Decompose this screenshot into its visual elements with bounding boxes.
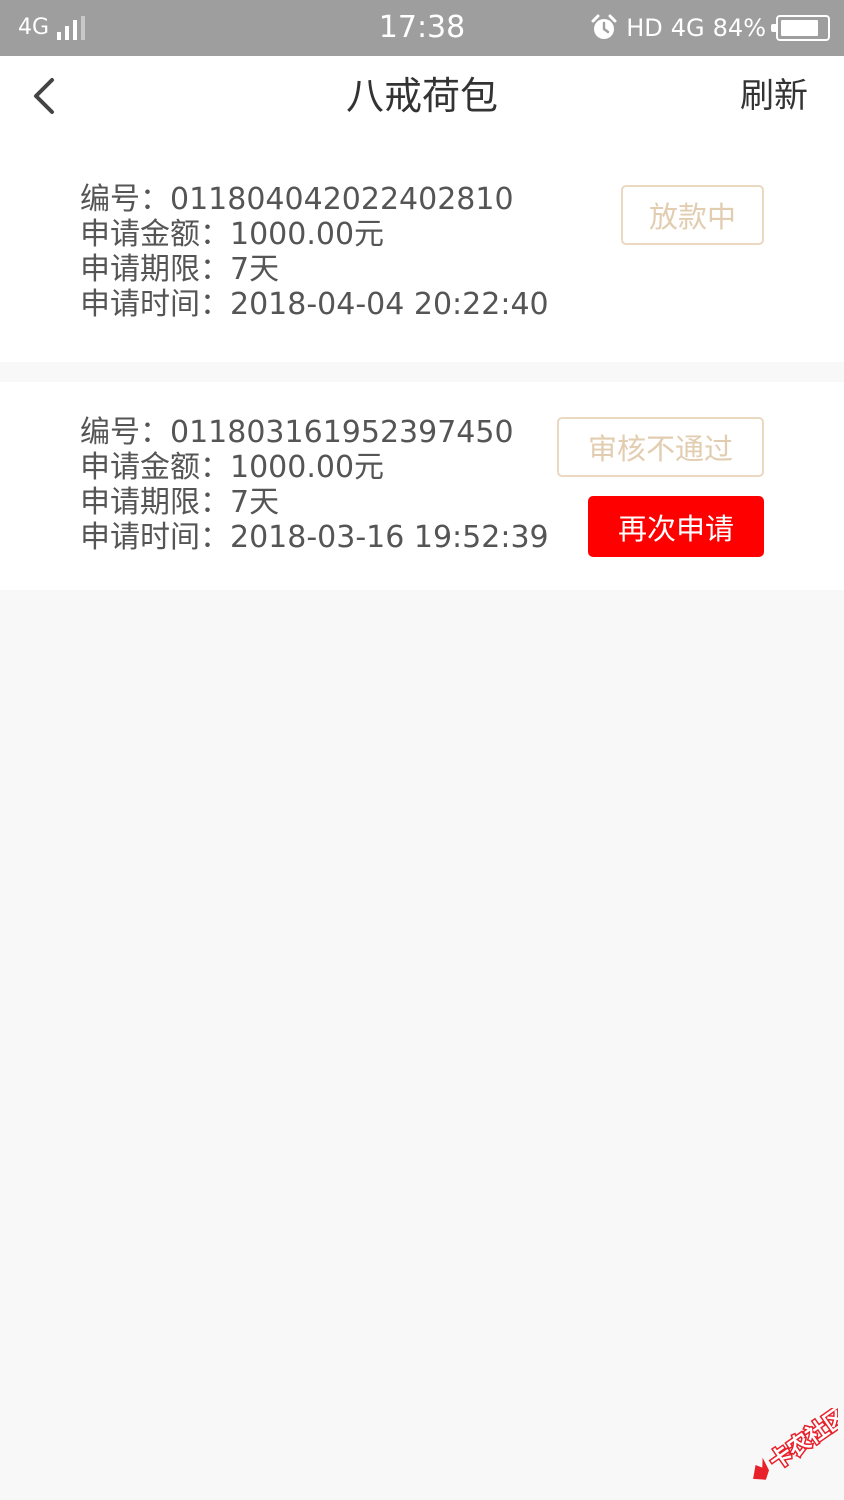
term-value: 7天: [230, 485, 280, 520]
order-info: 编号：011804042022402810 申请金额：1000.00元 申请期限…: [80, 182, 549, 322]
status-badge: 放款中: [621, 185, 764, 245]
order-id-label: 编号：: [80, 182, 170, 217]
time-value: 2018-03-16 19:52:39: [230, 520, 549, 555]
reapply-button[interactable]: 再次申请: [588, 496, 764, 557]
hd-indicator: HD: [626, 14, 663, 42]
refresh-button[interactable]: 刷新: [740, 70, 808, 122]
order-card: 编号：011803161952397450 申请金额：1000.00元 申请期限…: [0, 382, 844, 590]
amount-value: 1000.00元: [230, 450, 385, 485]
time-label: 申请时间：: [80, 287, 230, 322]
page-title: 八戒荷包: [345, 74, 498, 118]
kanong-logo-icon: 卡农社区: [753, 1408, 838, 1480]
amount-value: 1000.00元: [230, 217, 385, 252]
battery-icon: [771, 15, 830, 41]
term-label: 申请期限：: [80, 485, 230, 520]
order-id: 011804042022402810: [170, 182, 514, 217]
network-type-right: 4G: [670, 14, 705, 42]
order-id-row: 编号：011804042022402810: [80, 182, 549, 217]
amount-row: 申请金额：1000.00元: [80, 217, 549, 252]
status-bar-right: HD 4G 84%: [590, 12, 830, 44]
term-label: 申请期限：: [80, 252, 230, 287]
amount-label: 申请金额：: [80, 450, 230, 485]
order-id-row: 编号：011803161952397450: [80, 415, 549, 450]
watermark-text: 卡农社区: [765, 1408, 838, 1475]
time-row: 申请时间：2018-04-04 20:22:40: [80, 287, 549, 322]
status-bar: 4G 17:38 HD 4G 84%: [0, 0, 844, 56]
term-row: 申请期限：7天: [80, 485, 549, 520]
order-info: 编号：011803161952397450 申请金额：1000.00元 申请期限…: [80, 415, 549, 555]
order-id-label: 编号：: [80, 415, 170, 450]
amount-row: 申请金额：1000.00元: [80, 450, 549, 485]
alarm-icon: [591, 14, 617, 39]
order-card: 编号：011804042022402810 申请金额：1000.00元 申请期限…: [0, 136, 844, 362]
order-id: 011803161952397450: [170, 415, 514, 450]
status-badge: 审核不通过: [557, 417, 764, 477]
term-row: 申请期限：7天: [80, 252, 549, 287]
time-row: 申请时间：2018-03-16 19:52:39: [80, 520, 549, 555]
term-value: 7天: [230, 252, 280, 287]
time-label: 申请时间：: [80, 520, 230, 555]
time-value: 2018-04-04 20:22:40: [230, 287, 549, 322]
nav-bar: 八戒荷包 刷新: [0, 56, 844, 136]
amount-label: 申请金额：: [80, 217, 230, 252]
battery-percent: 84%: [712, 14, 766, 42]
